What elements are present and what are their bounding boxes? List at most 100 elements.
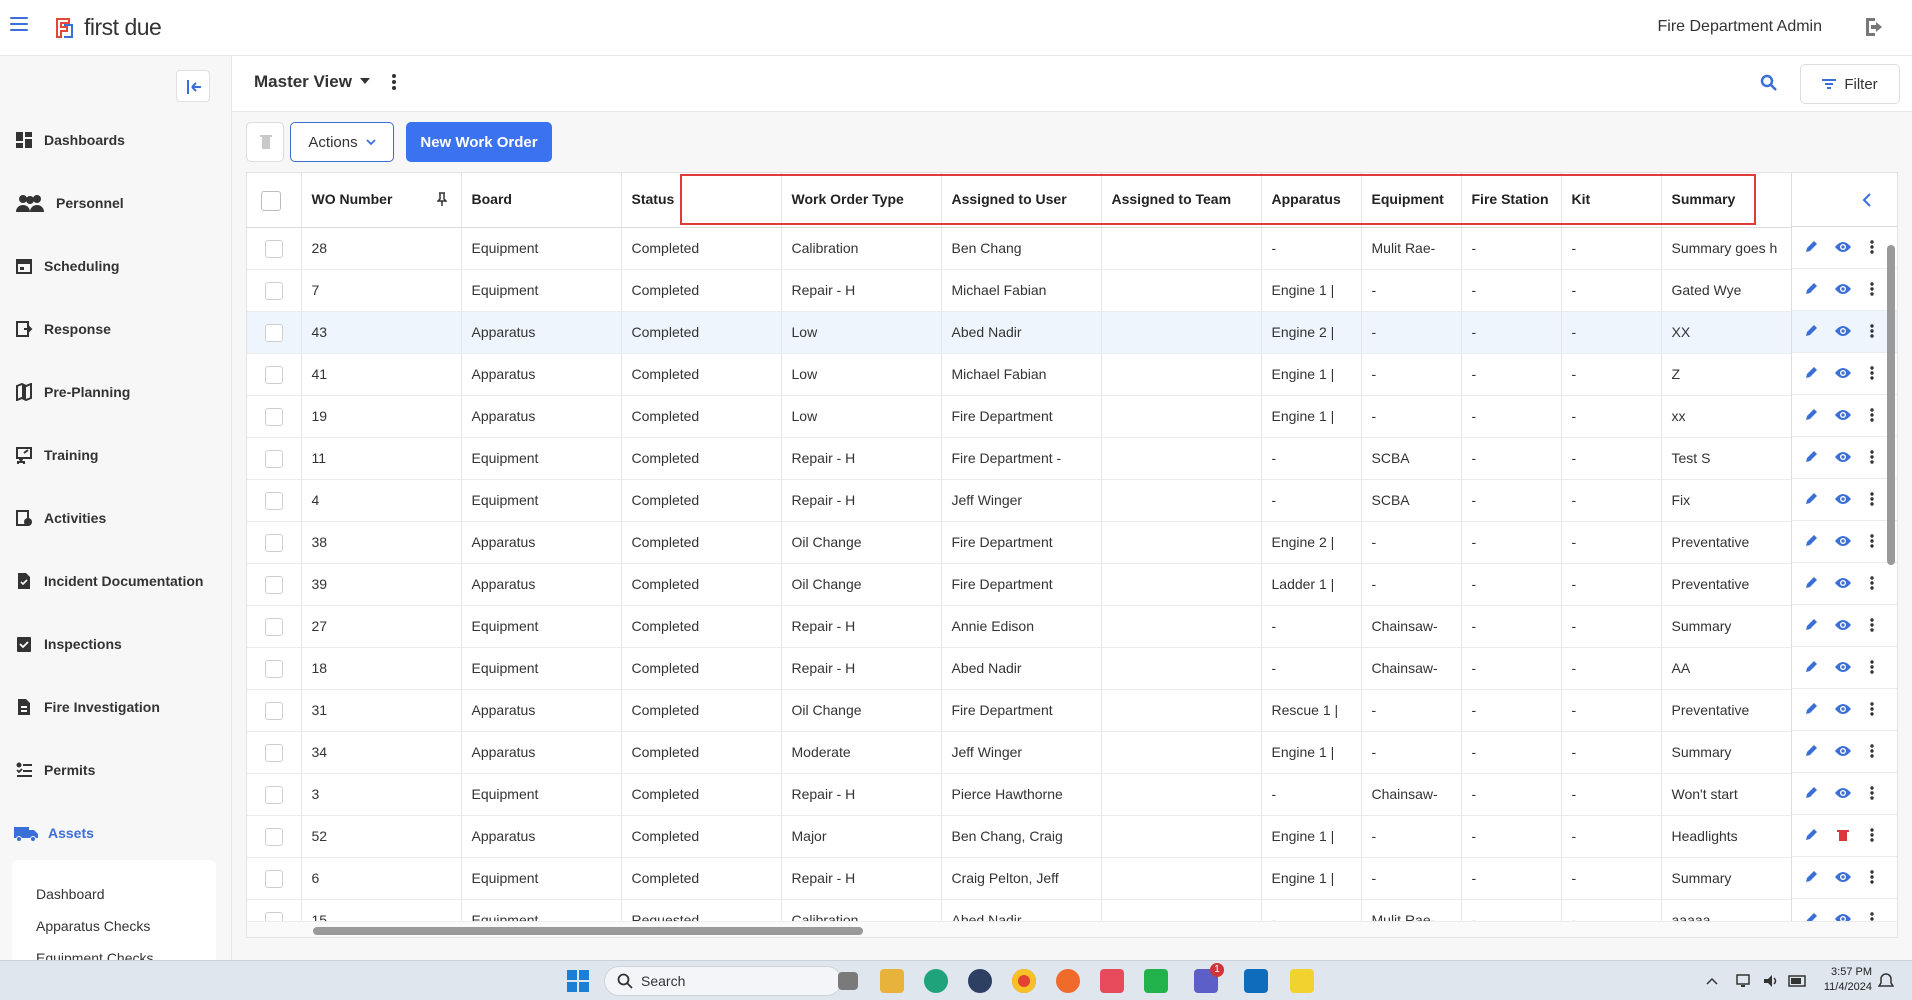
edit-pencil-icon[interactable] bbox=[1804, 450, 1818, 464]
horizontal-scrollbar[interactable] bbox=[247, 921, 1791, 937]
task-view-icon[interactable] bbox=[838, 972, 858, 990]
row-kebab-icon[interactable] bbox=[1870, 492, 1874, 506]
submenu-item-apparatus-checks[interactable]: Apparatus Checks bbox=[36, 918, 150, 934]
row-kebab-icon[interactable] bbox=[1870, 828, 1874, 842]
view-eye-icon[interactable] bbox=[1834, 660, 1852, 674]
row-checkbox[interactable] bbox=[265, 869, 283, 888]
view-title[interactable]: Master View bbox=[254, 72, 352, 92]
sidebar-item-pre-planning[interactable]: Pre-Planning bbox=[0, 372, 231, 412]
delete-trash-icon[interactable] bbox=[1836, 828, 1850, 842]
row-kebab-icon[interactable] bbox=[1870, 324, 1874, 338]
row-checkbox[interactable] bbox=[265, 533, 283, 552]
row-kebab-icon[interactable] bbox=[1870, 786, 1874, 800]
edit-pencil-icon[interactable] bbox=[1804, 366, 1818, 380]
sidebar-item-personnel[interactable]: Personnel bbox=[0, 183, 231, 223]
edit-pencil-icon[interactable] bbox=[1804, 324, 1818, 338]
column-header-summary[interactable]: Summary bbox=[1661, 173, 1792, 228]
edit-pencil-icon[interactable] bbox=[1804, 240, 1818, 254]
edit-pencil-icon[interactable] bbox=[1804, 534, 1818, 548]
row-kebab-icon[interactable] bbox=[1870, 408, 1874, 422]
table-row[interactable]: 4 Equipment Completed Repair - H Jeff Winger… bbox=[247, 479, 1792, 522]
edit-pencil-icon[interactable] bbox=[1804, 786, 1818, 800]
column-header-apparatus[interactable]: Apparatus bbox=[1261, 173, 1362, 228]
table-row[interactable]: 18 Equipment Completed Repair - H Abed Nadir… bbox=[247, 647, 1792, 690]
row-checkbox[interactable] bbox=[265, 617, 283, 636]
edit-pencil-icon[interactable] bbox=[1804, 744, 1818, 758]
row-kebab-icon[interactable] bbox=[1870, 240, 1874, 254]
edit-pencil-icon[interactable] bbox=[1804, 660, 1818, 674]
view-eye-icon[interactable] bbox=[1834, 744, 1852, 758]
row-checkbox[interactable] bbox=[265, 239, 283, 258]
camtasia-icon[interactable] bbox=[1144, 969, 1168, 993]
logout-icon[interactable] bbox=[1862, 14, 1888, 40]
view-eye-icon[interactable] bbox=[1834, 618, 1852, 632]
network-icon[interactable] bbox=[1736, 973, 1754, 989]
view-eye-icon[interactable] bbox=[1834, 282, 1852, 296]
sidebar-item-incident-documentation[interactable]: Incident Documentation bbox=[0, 561, 231, 601]
row-kebab-icon[interactable] bbox=[1870, 870, 1874, 884]
file-explorer-icon[interactable] bbox=[880, 969, 904, 993]
table-row[interactable]: 3 Equipment Completed Repair - H Pierce Hawt… bbox=[247, 773, 1792, 816]
office-app-icon[interactable] bbox=[1100, 969, 1124, 993]
column-header-assigned-to-team[interactable]: Assigned to Team bbox=[1101, 173, 1262, 228]
row-kebab-icon[interactable] bbox=[1870, 744, 1874, 758]
column-header-kit[interactable]: Kit bbox=[1561, 173, 1662, 228]
sidebar-item-inspections[interactable]: Inspections bbox=[0, 624, 231, 664]
table-row[interactable]: 19 Apparatus Completed Low Fire Department En… bbox=[247, 395, 1792, 438]
row-kebab-icon[interactable] bbox=[1870, 702, 1874, 716]
delete-button[interactable] bbox=[246, 122, 284, 162]
edge-browser-icon[interactable] bbox=[924, 969, 948, 993]
sidebar-item-scheduling[interactable]: Scheduling bbox=[0, 246, 231, 286]
table-row[interactable]: 31 Apparatus Completed Oil Change Fire Depar… bbox=[247, 689, 1792, 732]
view-eye-icon[interactable] bbox=[1834, 492, 1852, 506]
volume-icon[interactable] bbox=[1762, 973, 1780, 989]
caret-down-icon[interactable] bbox=[360, 78, 370, 84]
filter-button[interactable]: Filter bbox=[1800, 64, 1900, 104]
row-checkbox[interactable] bbox=[265, 785, 283, 804]
edit-pencil-icon[interactable] bbox=[1804, 870, 1818, 884]
table-row[interactable]: 6 Equipment Completed Repair - H Craig Pelto… bbox=[247, 857, 1792, 900]
actions-horizontal-scrollbar[interactable] bbox=[1791, 921, 1897, 937]
row-checkbox[interactable] bbox=[265, 449, 283, 468]
row-kebab-icon[interactable] bbox=[1870, 660, 1874, 674]
table-row[interactable]: 7 Equipment Completed Repair - H Michael Fab… bbox=[247, 269, 1792, 312]
vertical-scrollbar-thumb[interactable] bbox=[1887, 245, 1895, 565]
outlook-icon[interactable] bbox=[1244, 969, 1268, 993]
table-row[interactable]: 41 Apparatus Completed Low Michael Fabian Eng… bbox=[247, 353, 1792, 396]
chrome-browser-icon[interactable] bbox=[1012, 969, 1036, 993]
edit-pencil-icon[interactable] bbox=[1804, 618, 1818, 632]
firefox-browser-icon[interactable] bbox=[1056, 969, 1080, 993]
view-eye-icon[interactable] bbox=[1834, 240, 1852, 254]
chevron-left-icon[interactable] bbox=[1862, 193, 1872, 207]
table-row[interactable]: 52 Apparatus Completed Major Ben Chang, Crai… bbox=[247, 815, 1792, 858]
taskbar-clock[interactable]: 3:57 PM 11/4/2024 bbox=[1824, 965, 1872, 995]
row-checkbox[interactable] bbox=[265, 827, 283, 846]
new-work-order-button[interactable]: New Work Order bbox=[406, 122, 552, 162]
column-header-work-order-type[interactable]: Work Order Type bbox=[781, 173, 942, 228]
edit-pencil-icon[interactable] bbox=[1804, 828, 1818, 842]
vertical-scrollbar[interactable] bbox=[1885, 227, 1897, 921]
row-kebab-icon[interactable] bbox=[1870, 618, 1874, 632]
table-row[interactable]: 39 Apparatus Completed Oil Change Fire Depar… bbox=[247, 563, 1792, 606]
view-eye-icon[interactable] bbox=[1834, 870, 1852, 884]
view-eye-icon[interactable] bbox=[1834, 534, 1852, 548]
row-kebab-icon[interactable] bbox=[1870, 450, 1874, 464]
row-kebab-icon[interactable] bbox=[1870, 282, 1874, 296]
logo[interactable]: first due bbox=[54, 14, 162, 41]
menu-icon[interactable] bbox=[10, 17, 28, 31]
view-kebab-icon[interactable] bbox=[392, 74, 396, 90]
edit-pencil-icon[interactable] bbox=[1804, 702, 1818, 716]
edit-pencil-icon[interactable] bbox=[1804, 282, 1818, 296]
view-eye-icon[interactable] bbox=[1834, 408, 1852, 422]
edit-pencil-icon[interactable] bbox=[1804, 408, 1818, 422]
user-name[interactable]: Fire Department Admin bbox=[1657, 18, 1822, 36]
table-row[interactable]: 43 Apparatus Completed Low Abed Nadir Engine … bbox=[247, 311, 1792, 354]
sidebar-item-fire-investigation[interactable]: Fire Investigation bbox=[0, 687, 231, 727]
column-header-board[interactable]: Board bbox=[461, 173, 622, 228]
column-header-fire-station[interactable]: Fire Station bbox=[1461, 173, 1562, 228]
actions-button[interactable]: Actions bbox=[290, 122, 394, 162]
teams-icon[interactable]: 1 bbox=[1194, 963, 1224, 993]
row-kebab-icon[interactable] bbox=[1870, 366, 1874, 380]
table-row[interactable]: 34 Apparatus Completed Moderate Jeff Winger E… bbox=[247, 731, 1792, 774]
row-checkbox[interactable] bbox=[265, 701, 283, 720]
